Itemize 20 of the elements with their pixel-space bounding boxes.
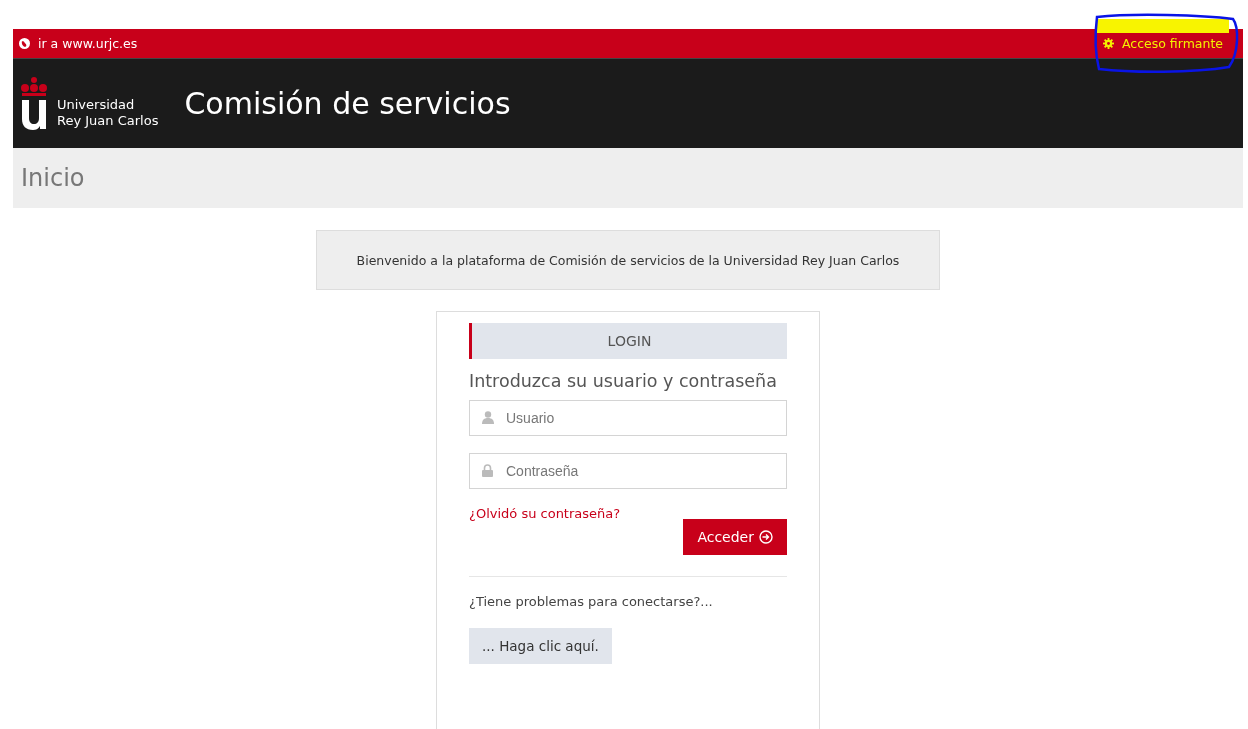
help-button[interactable]: ... Haga clic aquí. [469,628,612,664]
user-icon [482,411,494,424]
logo-text: Universidad [57,96,136,113]
lock-icon [482,464,493,477]
help-text: ¿Tiene problemas para conectarse?... [469,594,714,609]
gear-icon [1102,38,1114,49]
app-title: Comisión de servicios [184,86,511,121]
forgot-password-link[interactable]: ¿Olvidó su contraseña? [469,506,621,521]
welcome-banner: Bienvenido a la plataforma de Comisión de servicios de la Universidad Rey Juan Carlos [316,230,940,290]
signer-access-link[interactable]: Acceso firmante [1102,36,1223,51]
login-tab[interactable]: LOGIN [469,323,787,359]
submit-button[interactable]: Acceder [683,519,787,555]
password-field[interactable]: Contraseña [469,453,787,489]
site-link[interactable]: ir a www.urjc.es [19,36,138,51]
breadcrumb: Inicio [21,164,85,192]
logo-text: Rey Juan Carlos [57,112,159,129]
university-logo-icon [21,76,47,131]
arrow-circle-icon [759,530,773,544]
username-field[interactable]: Usuario [469,400,787,436]
login-heading: Introduzca su usuario y contraseña [469,371,778,391]
